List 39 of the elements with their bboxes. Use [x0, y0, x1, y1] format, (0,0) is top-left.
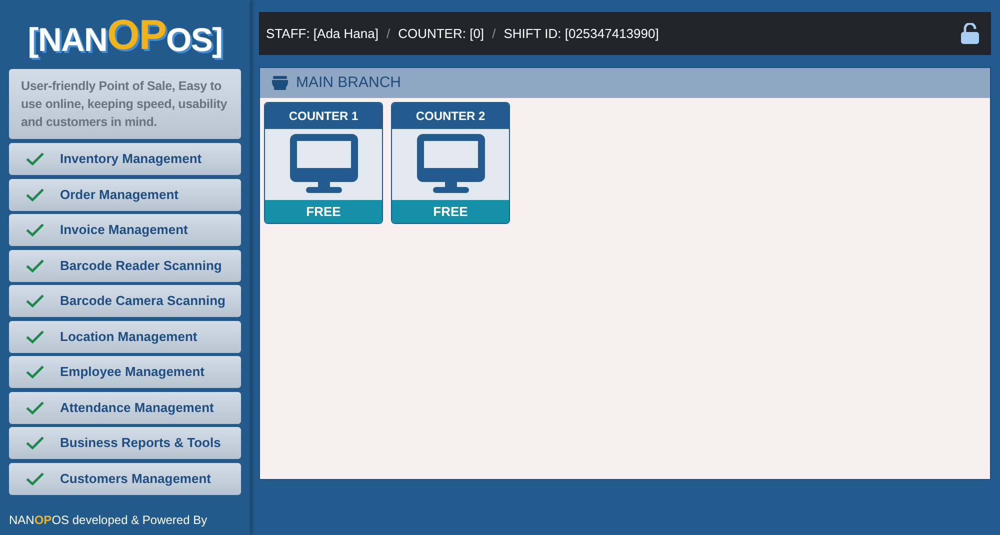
footer-text: NANOPOS developed & Powered By	[9, 512, 208, 528]
check-icon	[26, 436, 44, 450]
feature-item: Attendance Management	[9, 392, 241, 424]
feature-item: Inventory Management	[9, 143, 241, 175]
check-icon	[26, 152, 44, 166]
feature-item: Location Management	[9, 320, 241, 352]
check-icon	[26, 294, 44, 308]
counter-status: FREE	[265, 200, 382, 223]
counter-card[interactable]: COUNTER 1 FREE	[264, 102, 383, 224]
separator: /	[492, 24, 496, 43]
logo: [NANOPOS]	[28, 14, 222, 56]
counter-name: COUNTER 2	[392, 103, 509, 129]
feature-item: Barcode Reader Scanning	[9, 250, 241, 282]
counter-card[interactable]: COUNTER 2 FREE	[391, 102, 510, 224]
monitor-icon	[290, 134, 358, 196]
counter-name: COUNTER 1	[265, 103, 382, 129]
check-icon	[26, 188, 44, 202]
session-info: COUNTER: [0]	[398, 24, 484, 43]
store-icon	[272, 76, 288, 90]
check-icon	[26, 223, 44, 237]
separator: /	[386, 24, 390, 43]
check-icon	[26, 472, 44, 486]
feature-item: Employee Management	[9, 356, 241, 388]
feature-item: Business Reports & Tools	[9, 427, 241, 459]
feature-item: Barcode Camera Scanning	[9, 285, 241, 317]
description-card: User-friendly Point of Sale, Easy to use online, keeping speed, usability and customers in mind.	[9, 69, 241, 139]
unlock-icon[interactable]	[961, 23, 979, 44]
feature-item: Invoice Management	[9, 214, 241, 246]
counter-status: FREE	[392, 200, 509, 223]
check-icon	[26, 365, 44, 379]
session-info: STAFF: [Ada Hana]	[266, 24, 378, 43]
check-icon	[26, 330, 44, 344]
feature-item: Order Management	[9, 178, 241, 210]
monitor-icon	[416, 134, 484, 196]
check-icon	[26, 258, 44, 272]
check-icon	[26, 400, 44, 414]
session-info: SHIFT ID: [025347413990]	[504, 24, 659, 43]
branch-title: MAIN BRANCH	[296, 72, 402, 93]
feature-item: Customers Management	[9, 462, 241, 494]
